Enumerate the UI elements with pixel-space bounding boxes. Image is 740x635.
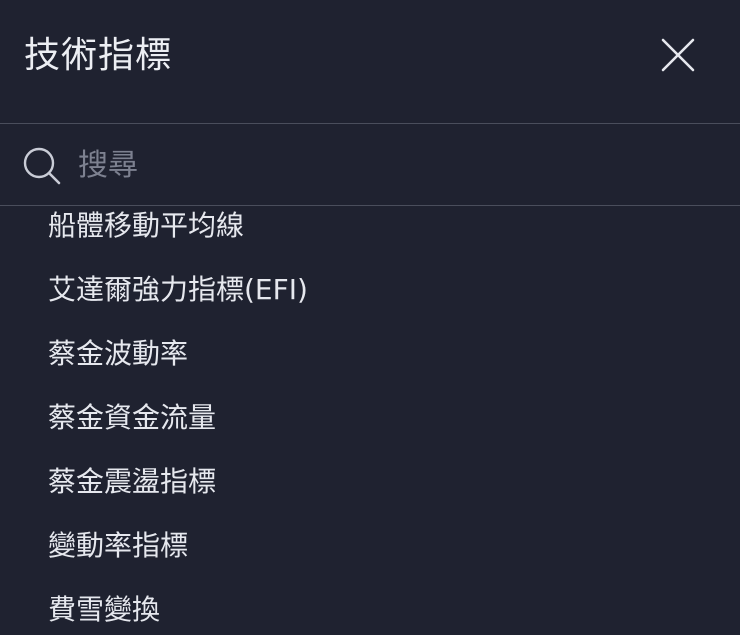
list-item[interactable]: 船體移動平均線: [0, 206, 740, 258]
list-item-label: 艾達爾強力指標(EFI): [48, 273, 308, 306]
search-bar: [0, 124, 740, 205]
close-icon: [661, 38, 695, 72]
panel-header: 技術指標: [0, 0, 740, 123]
indicator-list[interactable]: 船體移動平均線艾達爾強力指標(EFI) 蔡金波動率蔡金資金流量 蔡金震盪指標 變動率指…: [0, 206, 740, 635]
indicator-list-content: 船體移動平均線艾達爾強力指標(EFI) 蔡金波動率蔡金資金流量 蔡金震盪指標 變動率指…: [0, 206, 740, 635]
list-item-label: 蔡金資金流量: [48, 401, 217, 434]
page-title: 技術指標: [24, 35, 173, 76]
search-icon: [22, 146, 62, 186]
list-item[interactable]: 艾達爾強力指標(EFI): [0, 258, 740, 322]
list-item[interactable]: 蔡金波動率: [0, 322, 740, 386]
close-button[interactable]: [656, 34, 700, 78]
technical-indicators-panel: 技術指標 船體移動平均線艾達爾強力指標(EFI) 蔡金波動率蔡金資金流量蔡金震盪指…: [0, 0, 740, 635]
list-item-label: 變動率指標: [48, 529, 189, 562]
list-item-label: 蔡金波動率: [48, 337, 189, 370]
list-item[interactable]: 蔡金資金流量: [0, 386, 740, 450]
list-item-label: 費雪變換: [48, 593, 161, 626]
list-item-label: 蔡金震盪指標: [48, 465, 217, 498]
list-item-label: 船體移動平均線: [48, 209, 245, 242]
list-item[interactable]: 費雪變換: [0, 578, 740, 635]
search-input[interactable]: [78, 142, 698, 188]
list-item[interactable]: 蔡金震盪指標: [0, 450, 740, 514]
list-item[interactable]: 變動率指標: [0, 514, 740, 578]
